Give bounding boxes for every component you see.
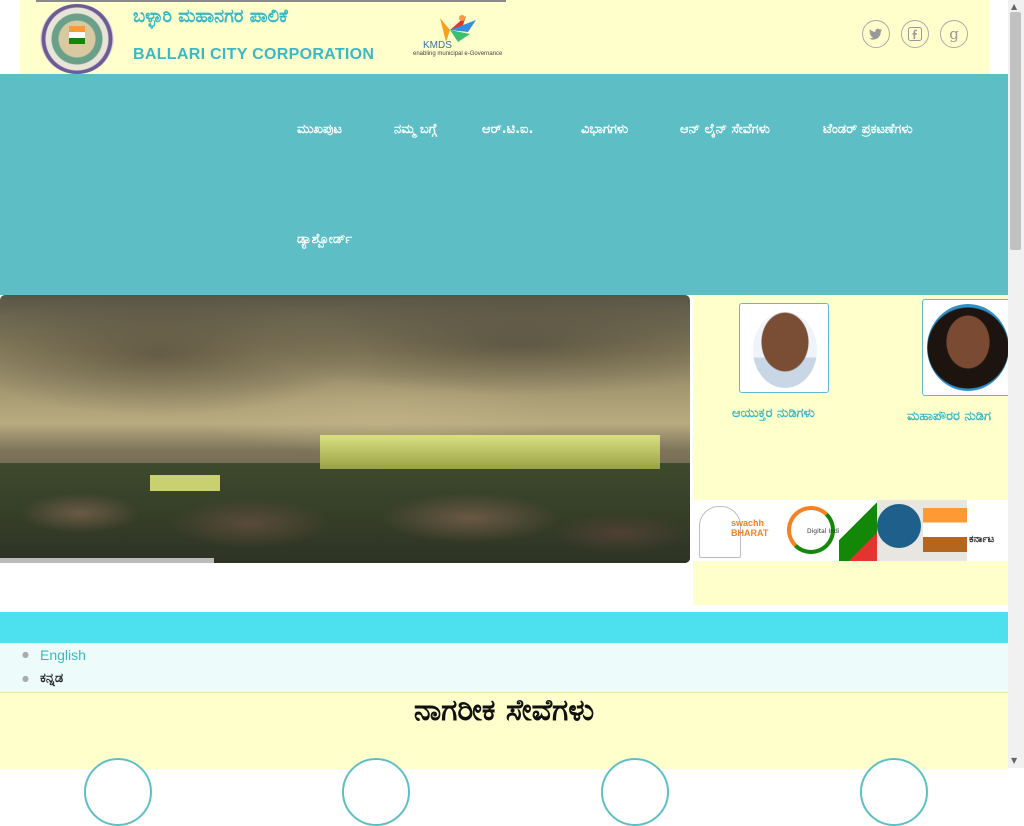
- service-icon-1[interactable]: [84, 758, 152, 826]
- scroll-up-arrow-icon[interactable]: ▲: [1011, 2, 1017, 11]
- slider-indicator: [0, 558, 214, 563]
- language-kannada-link[interactable]: ಕನ್ನಡ: [40, 671, 63, 686]
- service-icon-3[interactable]: [601, 758, 669, 826]
- fort-illustration: [320, 435, 660, 469]
- service-icon-4[interactable]: [860, 758, 928, 826]
- google-plus-icon[interactable]: g: [940, 20, 968, 48]
- nav-item-about-us[interactable]: ನಮ್ಮ ಬಗ್ಗೆ: [394, 122, 437, 137]
- nav-item-online-services[interactable]: ಆನ್ ಲೈನ್ ಸೇವೆಗಳು: [680, 122, 770, 137]
- language-english-link[interactable]: English: [40, 647, 86, 663]
- twitter-icon[interactable]: [862, 20, 890, 48]
- header-divider: [36, 0, 506, 2]
- mayor-photo[interactable]: [922, 299, 1008, 396]
- nav-item-dashboard[interactable]: ಡ್ಯಾಶ್ಬೋರ್ಡ್: [297, 232, 352, 247]
- language-area: [0, 643, 1008, 692]
- site-title-english: BALLARI CITY CORPORATION: [133, 46, 375, 63]
- digital-india-logo[interactable]: Digital India: [785, 500, 877, 561]
- officials-panel: ಆಯುಕ್ತರ ನುಡಿಗಳು ಮಹಾಪೌರರ ನುಡಿಗ swachh BHA…: [693, 296, 1008, 605]
- nav-item-tender-notices[interactable]: ಟೆಂಡರ್ ಪ್ರಕಟಣೆಗಳು: [823, 122, 913, 137]
- commissioner-photo[interactable]: [739, 303, 829, 393]
- government-emblem-logo[interactable]: [877, 500, 967, 561]
- kmds-logo[interactable]: KMDS enabling municipal e-Governance: [410, 14, 510, 60]
- facebook-icon[interactable]: [901, 20, 929, 48]
- mayor-words-label[interactable]: ಮಹಾಪೌರರ ನುಡಿಗ: [907, 409, 991, 424]
- kmds-tagline: enabling municipal e-Governance: [413, 51, 503, 57]
- language-list: English ಕನ್ನಡ: [22, 645, 86, 693]
- commissioner-words-label[interactable]: ಆಯುಕ್ತರ ನುಡಿಗಳು: [732, 406, 815, 421]
- karnataka-logo[interactable]: ಕರ್ನಾಟ: [967, 500, 1008, 561]
- swachh-bharat-logo[interactable]: swachh BHARAT: [693, 500, 785, 561]
- highlight-bar: [0, 612, 1008, 643]
- city-corporation-seal-icon[interactable]: [40, 4, 114, 74]
- citizen-services-title: ನಾಗರೀಕ ಸೇವೆಗಳು: [413, 693, 595, 728]
- main-navigation: ಮುಖಪುಟ ನಮ್ಮ ಬಗ್ಗೆ ಆರ್.ಟಿ.ಐ. ವಿಭಾಗಗಳು ಆನ್…: [0, 74, 1008, 295]
- service-icon-2[interactable]: [342, 758, 410, 826]
- nav-item-home[interactable]: ಮುಖಪುಟ: [297, 122, 342, 137]
- kmds-text: KMDS: [423, 40, 452, 51]
- flag-icon: [69, 26, 85, 44]
- site-title-kannada: ಬಳ್ಳಾರಿ ಮಹಾನಗರ ಪಾಲಿಕೆ: [133, 6, 288, 27]
- scroll-down-arrow-icon[interactable]: ▼: [1011, 756, 1017, 765]
- hero-fort-image: [0, 295, 690, 563]
- nav-item-rti[interactable]: ಆರ್.ಟಿ.ಐ.: [482, 122, 533, 137]
- citizen-services-section: ನಾಗರೀಕ ಸೇವೆಗಳು: [0, 692, 1008, 769]
- scrollbar-thumb[interactable]: [1010, 12, 1021, 250]
- nav-item-departments[interactable]: ವಿಭಾಗಗಳು: [581, 122, 628, 137]
